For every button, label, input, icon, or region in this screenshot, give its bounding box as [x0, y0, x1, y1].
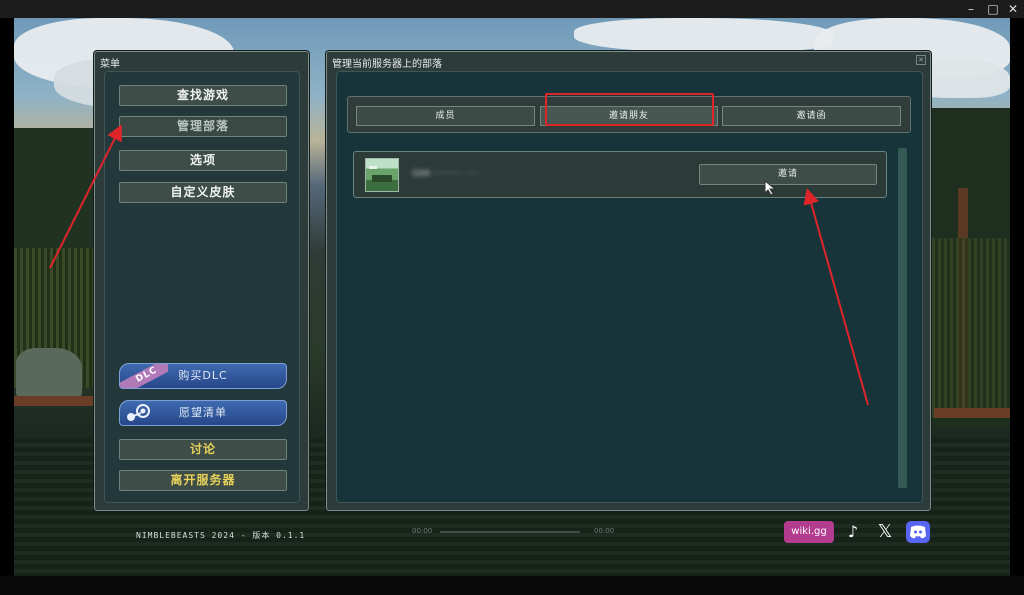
- player-progress-track: [440, 531, 580, 533]
- player-time-right: 00:00: [594, 527, 615, 535]
- tiktok-icon[interactable]: ♪: [844, 521, 862, 543]
- wiki-label: wiki.gg: [791, 526, 827, 537]
- annotation-arrows: [49, 124, 869, 406]
- discord-icon[interactable]: [906, 521, 930, 543]
- window-bottom-frame: [0, 576, 1024, 595]
- x-twitter-icon[interactable]: 𝕏: [874, 521, 896, 543]
- version-label: NIMBLEBEASTS 2024 - 版本 0.1.1: [136, 531, 306, 540]
- player-time-left: 00:00: [412, 527, 433, 535]
- wiki-gg-link[interactable]: wiki.gg: [784, 521, 834, 543]
